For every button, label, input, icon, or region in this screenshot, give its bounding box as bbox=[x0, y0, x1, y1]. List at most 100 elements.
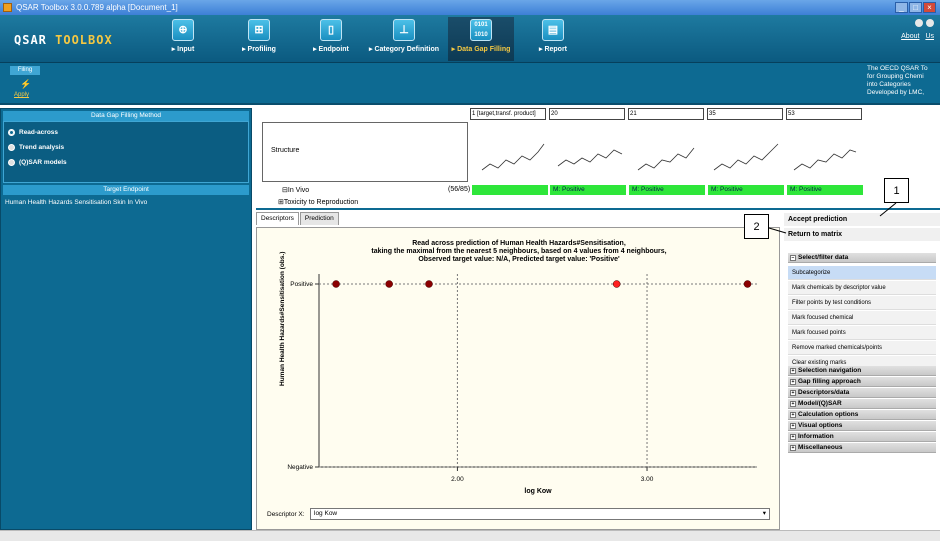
lightning-icon[interactable]: ⚡ bbox=[20, 79, 31, 90]
category-tree-icon: ⊥ bbox=[393, 19, 415, 41]
nav-category-definition-button[interactable]: ⊥ ▸ Category Definition bbox=[365, 17, 443, 61]
main-ribbon: QSAR TOOLBOX ⊕ ▸ Input ⊞ ▸ Profiling ▯ ▸ En… bbox=[0, 15, 940, 63]
nav-profiling-button[interactable]: ⊞ ▸ Profiling bbox=[234, 17, 284, 61]
neighbour-point bbox=[743, 280, 752, 288]
expand-icon: + bbox=[790, 412, 796, 418]
section-header[interactable]: + Selection navigation bbox=[788, 366, 936, 376]
collapse-icon: − bbox=[790, 255, 796, 261]
binary-data-icon: 0101 1010 bbox=[470, 19, 492, 41]
return-to-matrix-button[interactable]: Return to matrix bbox=[784, 228, 940, 241]
dropdown-arrow-icon: ▾ bbox=[762, 510, 766, 517]
in-vivo-count: (56/85) bbox=[448, 186, 471, 193]
y-tick-label: Negative bbox=[287, 464, 313, 471]
section-header[interactable]: + Model/(Q)SAR bbox=[788, 399, 936, 409]
expand-icon: + bbox=[790, 379, 796, 385]
matrix-column-header[interactable]: 53 bbox=[786, 108, 862, 120]
expand-icon: + bbox=[790, 434, 796, 440]
tree-node-in-vivo[interactable]: ⊟In Vivo bbox=[282, 186, 309, 194]
app-logo: QSAR TOOLBOX bbox=[14, 33, 113, 47]
filter-item[interactable]: Remove marked chemicals/points bbox=[788, 341, 936, 355]
apply-button[interactable]: Apply bbox=[14, 92, 29, 98]
method-list: Read-across Trend analysis (Q)SAR models bbox=[3, 121, 249, 183]
matrix-column-header[interactable]: 21 bbox=[628, 108, 704, 120]
accept-prediction-button[interactable]: Accept prediction bbox=[784, 213, 940, 226]
profiling-icon: ⊞ bbox=[248, 19, 270, 41]
expand-icon: + bbox=[790, 423, 796, 429]
settings-icon[interactable] bbox=[915, 19, 923, 27]
matrix-cell-target[interactable] bbox=[472, 185, 548, 195]
matrix-cell-value[interactable]: M: Positive bbox=[550, 185, 626, 195]
target-endpoint-header: Target Endpoint bbox=[3, 185, 249, 195]
matrix-column-header[interactable]: 20 bbox=[549, 108, 625, 120]
read-across-radio[interactable]: Read-across bbox=[8, 125, 244, 140]
filter-item[interactable]: Filter points by test conditions bbox=[788, 296, 936, 310]
molecule-structure bbox=[557, 149, 623, 167]
section-header[interactable]: + Gap filling approach bbox=[788, 377, 936, 387]
report-icon: ▤ bbox=[542, 19, 564, 41]
filing-tab[interactable]: Filing bbox=[10, 66, 40, 75]
scatter-plot: Negative Positive 2.00 3.00 log Kow bbox=[287, 274, 757, 495]
neighbour-point bbox=[425, 280, 433, 288]
method-header: Data Gap Filling Method bbox=[3, 111, 249, 121]
matrix-column-header[interactable]: 35 bbox=[707, 108, 783, 120]
trend-analysis-radio[interactable]: Trend analysis bbox=[8, 140, 244, 155]
molecule-structure bbox=[713, 143, 779, 171]
structure-row-label: Structure bbox=[262, 122, 468, 182]
section-header[interactable]: + Calculation options bbox=[788, 410, 936, 420]
x-tick-label: 2.00 bbox=[451, 476, 464, 483]
filter-item[interactable]: Subcategorize bbox=[788, 266, 936, 280]
target-point bbox=[612, 280, 621, 288]
callout-2: 2 bbox=[744, 214, 769, 239]
neighbour-point bbox=[385, 280, 393, 288]
tab-strip: Descriptors Prediction bbox=[256, 212, 340, 225]
us-link[interactable]: Us bbox=[925, 33, 934, 40]
molecule-structure bbox=[793, 149, 857, 171]
oecd-info: The OECD QSAR To for Grouping Chemi into C… bbox=[867, 65, 928, 96]
nav-data-gap-filling-button[interactable]: 0101 1010 ▸ Data Gap Filling bbox=[448, 17, 514, 61]
tab-prediction[interactable]: Prediction bbox=[299, 212, 339, 225]
help-icon[interactable] bbox=[926, 19, 934, 27]
nav-endpoint-button[interactable]: ▯ ▸ Endpoint bbox=[308, 17, 354, 61]
filter-item[interactable]: Mark chemicals by descriptor value bbox=[788, 281, 936, 295]
close-icon[interactable]: × bbox=[923, 2, 936, 13]
nav-report-button[interactable]: ▤ ▸ Report bbox=[532, 17, 574, 61]
molecule-structure bbox=[481, 143, 545, 171]
matrix-cell-value[interactable]: M: Positive bbox=[708, 185, 784, 195]
splitter[interactable] bbox=[256, 208, 940, 210]
tree-node-toxicity[interactable]: ⊞Toxicity to Reproduction bbox=[278, 198, 358, 206]
endpoint-icon: ▯ bbox=[320, 19, 342, 41]
qsar-models-radio[interactable]: (Q)SAR models bbox=[8, 155, 244, 170]
callout-1: 1 bbox=[884, 178, 909, 203]
expand-icon: + bbox=[790, 445, 796, 451]
matrix-cell-value[interactable]: M: Positive bbox=[629, 185, 705, 195]
y-tick-label: Positive bbox=[290, 281, 313, 288]
descriptor-x-label: Descriptor X: bbox=[267, 511, 305, 518]
matrix-column-header[interactable]: 1 [target,transf. product] bbox=[470, 108, 546, 120]
input-icon: ⊕ bbox=[172, 19, 194, 41]
chart-area: Read across prediction of Human Health H… bbox=[256, 227, 780, 530]
window-title: QSAR Toolbox 3.0.0.789 alpha [Document_1… bbox=[16, 3, 178, 12]
minimize-icon[interactable]: _ bbox=[895, 2, 908, 13]
data-matrix: 1 [target,transf. product] 20 21 35 53 S… bbox=[256, 108, 940, 208]
section-header[interactable]: + Descriptors/data bbox=[788, 388, 936, 398]
left-panel: Data Gap Filling Method Read-across Tren… bbox=[0, 108, 252, 530]
right-panel: Accept prediction Return to matrix − Sele… bbox=[784, 211, 940, 530]
filter-item[interactable]: Mark focused chemical bbox=[788, 311, 936, 325]
section-header[interactable]: + Miscellaneous bbox=[788, 443, 936, 453]
section-header[interactable]: + Visual options bbox=[788, 421, 936, 431]
molecule-structure bbox=[637, 147, 695, 171]
descriptor-x-select[interactable]: log Kow ▾ bbox=[310, 508, 770, 520]
maximize-icon[interactable]: □ bbox=[909, 2, 922, 13]
section-select-filter[interactable]: − Select/filter data bbox=[788, 253, 936, 263]
x-tick-label: 3.00 bbox=[641, 476, 654, 483]
status-bar bbox=[0, 530, 940, 541]
expand-icon: + bbox=[790, 368, 796, 374]
window-title-bar: QSAR Toolbox 3.0.0.789 alpha [Document_1… bbox=[0, 0, 940, 15]
matrix-cell-value[interactable]: M: Positive bbox=[787, 185, 863, 195]
about-link[interactable]: About bbox=[901, 33, 919, 40]
filter-item[interactable]: Mark focused points bbox=[788, 326, 936, 340]
nav-input-button[interactable]: ⊕ ▸ Input bbox=[162, 17, 204, 61]
app-icon bbox=[3, 3, 12, 12]
tab-descriptors[interactable]: Descriptors bbox=[256, 212, 299, 225]
section-header[interactable]: + Information bbox=[788, 432, 936, 442]
